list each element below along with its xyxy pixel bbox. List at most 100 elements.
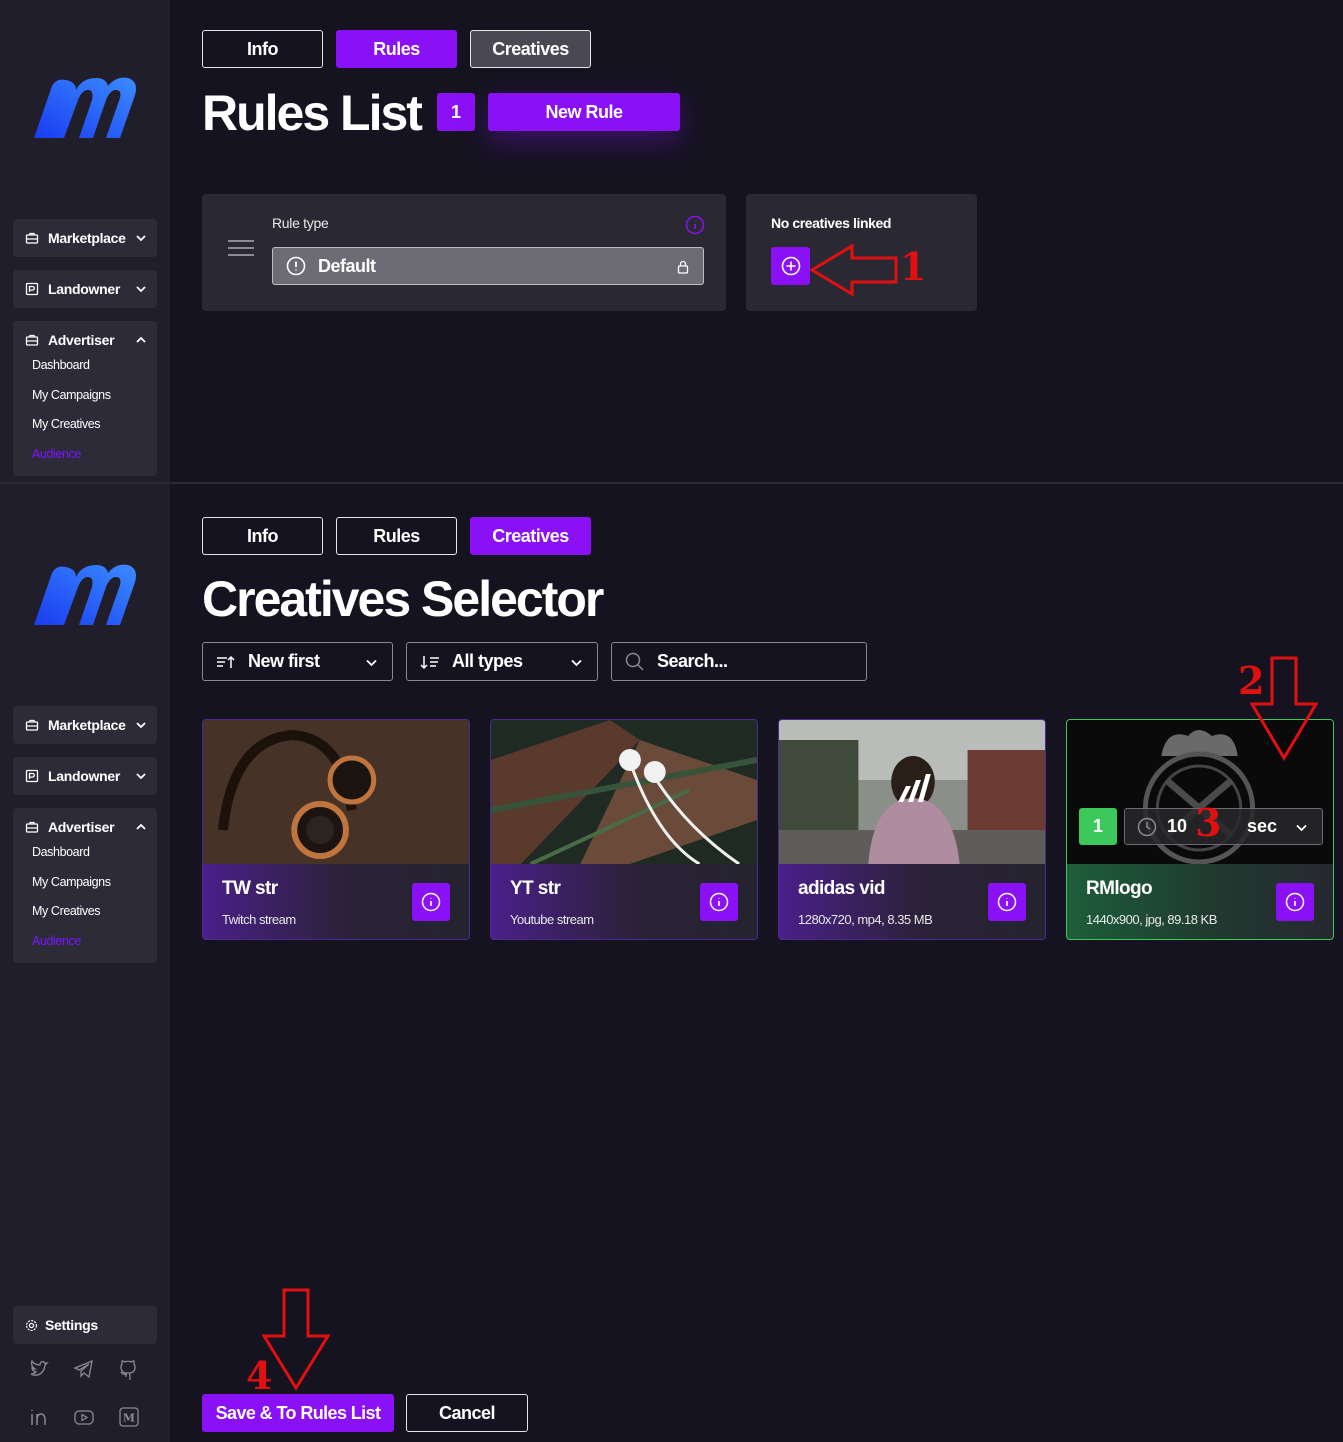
nav-audience[interactable]: Audience <box>13 934 157 965</box>
nav-my-campaigns[interactable]: My Campaigns <box>13 388 157 419</box>
gear-icon <box>25 1319 38 1331</box>
creative-info-button[interactable] <box>988 883 1026 921</box>
clock-icon <box>1137 817 1157 836</box>
save-to-rules-button[interactable]: Save & To Rules List <box>202 1394 394 1432</box>
nav-advertiser[interactable]: Advertiser <box>13 808 157 846</box>
creative-info-button[interactable] <box>1276 883 1314 921</box>
medium-icon[interactable]: M <box>118 1406 140 1428</box>
tab-info[interactable]: Info <box>202 517 323 555</box>
search-input[interactable]: Search... <box>611 642 867 681</box>
tab-creatives[interactable]: Creatives <box>470 517 591 555</box>
creative-meta: 1440x900, jpg, 89.18 KB <box>1086 912 1217 927</box>
settings-button[interactable]: Settings <box>13 1306 157 1344</box>
creative-card[interactable]: YT str Youtube stream <box>490 719 758 940</box>
annotation-label: 3 <box>1195 800 1222 845</box>
nav-dashboard[interactable]: Dashboard <box>13 846 157 876</box>
nav-advertiser-group: Advertiser Dashboard My Campaigns My Cre… <box>13 321 157 476</box>
creative-info-button[interactable] <box>412 883 450 921</box>
nav-landowner[interactable]: Landowner <box>13 270 157 308</box>
nav-my-creatives[interactable]: My Creatives <box>13 905 157 935</box>
rules-count-badge: 1 <box>437 93 475 131</box>
settings-label: Settings <box>45 1317 98 1333</box>
app-logo[interactable] <box>30 72 140 144</box>
landowner-icon <box>25 282 39 296</box>
nav-my-campaigns[interactable]: My Campaigns <box>13 875 157 906</box>
order-badge: 1 <box>1079 808 1117 845</box>
duration-select[interactable]: 10 sec <box>1124 808 1323 845</box>
sort-icon <box>217 655 235 668</box>
type-filter-select[interactable]: All types <box>406 642 598 681</box>
add-creative-button[interactable] <box>771 247 810 285</box>
chevron-down-icon <box>366 659 377 667</box>
cancel-button[interactable]: Cancel <box>406 1394 528 1432</box>
page-title: Creatives Selector <box>202 571 604 627</box>
nav-landowner[interactable]: Landowner <box>13 757 157 795</box>
nav-my-creatives[interactable]: My Creatives <box>13 418 157 448</box>
info-icon <box>709 892 729 912</box>
lock-icon <box>677 260 689 274</box>
creative-name: TW str <box>222 878 278 899</box>
creatives-selector-panel: Marketplace Landowner Advertiser Dashboa… <box>0 484 1343 1442</box>
nav-marketplace-label: Marketplace <box>48 717 126 733</box>
search-placeholder: Search... <box>657 651 728 671</box>
no-creatives-text: No creatives linked <box>771 215 892 231</box>
tab-info[interactable]: Info <box>202 30 323 68</box>
twitter-icon[interactable] <box>28 1358 50 1380</box>
duration-value[interactable]: 10 <box>1167 816 1187 837</box>
linkedin-icon[interactable] <box>28 1406 50 1428</box>
chevron-down-icon <box>136 722 146 729</box>
sidebar: Marketplace Landowner Advertiser Dashboa… <box>0 0 170 482</box>
chevron-up-icon <box>136 823 146 830</box>
chevron-down-icon <box>136 773 146 780</box>
nav-advertiser-label: Advertiser <box>48 819 115 835</box>
nav-landowner-label: Landowner <box>48 768 120 784</box>
creative-info-button[interactable] <box>700 883 738 921</box>
tab-rules[interactable]: Rules <box>336 30 457 68</box>
annotation-label: 1 <box>900 244 927 289</box>
app-logo[interactable] <box>30 559 140 631</box>
nav-audience[interactable]: Audience <box>13 447 157 478</box>
sort-value: New first <box>248 651 320 671</box>
youtube-icon[interactable] <box>73 1406 95 1428</box>
briefcase-icon <box>25 334 39 346</box>
github-icon[interactable] <box>118 1358 140 1380</box>
nav-dashboard[interactable]: Dashboard <box>13 359 157 389</box>
search-icon <box>625 652 644 671</box>
page-title: Rules List <box>202 85 423 141</box>
info-icon <box>421 892 441 912</box>
nav-advertiser-label: Advertiser <box>48 332 115 348</box>
creative-thumbnail <box>491 720 757 864</box>
tab-rules[interactable]: Rules <box>336 517 457 555</box>
rule-card: Rule type Default <box>202 194 726 311</box>
chevron-down-icon <box>136 286 146 293</box>
chevron-down-icon <box>1296 824 1307 832</box>
annotation-label: 4 <box>246 1353 273 1398</box>
chevron-down-icon <box>571 659 582 667</box>
sort-select[interactable]: New first <box>202 642 393 681</box>
creative-meta: Twitch stream <box>222 912 296 927</box>
creative-name: YT str <box>510 878 561 899</box>
tab-creatives[interactable]: Creatives <box>470 30 591 68</box>
info-icon[interactable] <box>685 215 705 235</box>
filter-list-icon <box>420 655 439 669</box>
nav-marketplace-label: Marketplace <box>48 230 126 246</box>
creative-card[interactable]: adidas vid 1280x720, mp4, 8.35 MB <box>778 719 1046 940</box>
nav-advertiser[interactable]: Advertiser <box>13 321 157 359</box>
briefcase-icon <box>25 232 39 244</box>
info-icon <box>997 892 1017 912</box>
new-rule-button[interactable]: New Rule <box>488 93 680 131</box>
rule-type-label: Rule type <box>272 215 329 231</box>
creative-thumbnail <box>779 720 1045 864</box>
drag-handle-icon[interactable] <box>228 238 254 258</box>
rules-list-panel: Marketplace Landowner Advertiser Dashboa… <box>0 0 1343 482</box>
duration-unit: sec <box>1247 816 1278 836</box>
briefcase-icon <box>25 821 39 833</box>
plus-circle-icon <box>781 256 800 276</box>
chevron-up-icon <box>136 336 146 343</box>
nav-marketplace[interactable]: Marketplace <box>13 706 157 744</box>
creative-card[interactable]: TW str Twitch stream <box>202 719 470 940</box>
nav-marketplace[interactable]: Marketplace <box>13 219 157 257</box>
telegram-icon[interactable] <box>73 1358 95 1380</box>
annotation-arrow-left <box>810 244 898 296</box>
rule-type-value: Default <box>318 255 376 276</box>
